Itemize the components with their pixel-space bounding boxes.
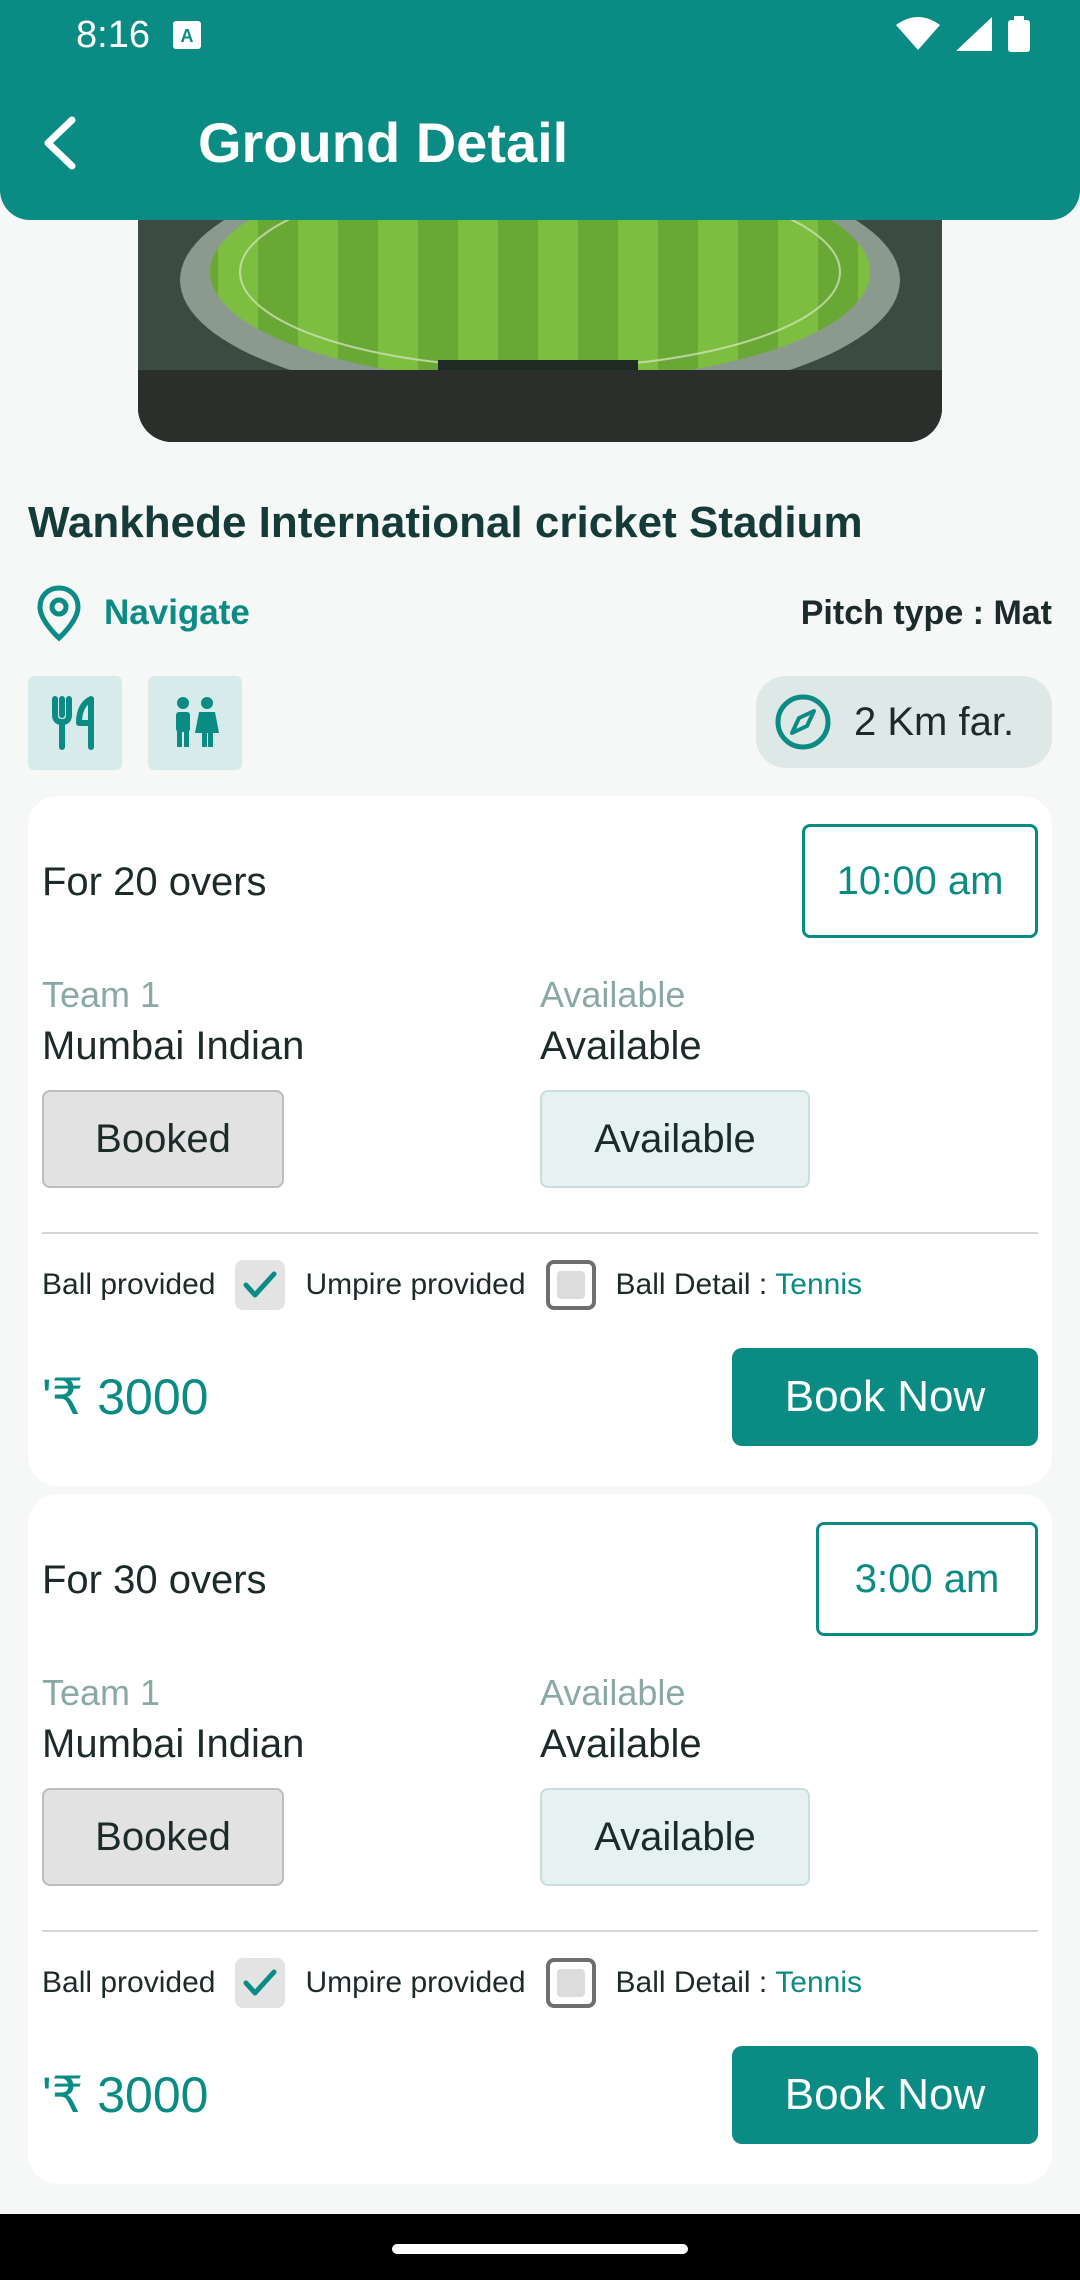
team2-value: Available (540, 1722, 702, 1766)
team2-label: Available (540, 974, 686, 1015)
ball-detail-value: Tennis (775, 1268, 862, 1301)
overs-label: For 20 overs (42, 860, 267, 904)
ball-provided-checkbox[interactable] (235, 1260, 286, 1310)
umpire-provided-checkbox[interactable] (545, 1958, 596, 2008)
pitch-type: Pitch type : Mat (800, 594, 1052, 632)
provisions-row: Ball provided Umpire provided Ball Detai… (42, 1258, 862, 1312)
distance-label: 2 Km far. (854, 699, 1015, 744)
divider (42, 1232, 1038, 1234)
system-navigation-bar (0, 2214, 1080, 2280)
overs-label: For 30 overs (42, 1558, 267, 1602)
ground-name: Wankhede International cricket Stadium (28, 498, 863, 547)
navigate-link[interactable]: Navigate (34, 584, 250, 642)
compass-icon (775, 694, 831, 750)
app-header: 8:16 A Ground Detail (0, 0, 1080, 220)
location-pin-icon (37, 585, 81, 642)
ball-detail-label: Ball Detail : (615, 1268, 768, 1301)
provisions-row: Ball provided Umpire provided Ball Detai… (42, 1956, 862, 2010)
back-arrow-icon[interactable] (34, 108, 88, 178)
keyboard-notification-icon: A (173, 21, 201, 49)
ball-detail-label: Ball Detail : (615, 1966, 768, 1999)
signal-icon (956, 17, 992, 51)
home-gesture-handle[interactable] (392, 2244, 688, 2254)
team2-label: Available (540, 1672, 686, 1713)
booked-button[interactable]: Booked (42, 1788, 284, 1886)
book-now-button[interactable]: Book Now (732, 2046, 1038, 2144)
wifi-icon (896, 17, 940, 50)
ball-provided-label: Ball provided (42, 1966, 216, 1999)
restroom-icon (176, 697, 219, 747)
booked-button[interactable]: Booked (42, 1090, 284, 1188)
price: '₹ 3000 (42, 1369, 209, 1425)
distance-badge: 2 Km far. (756, 676, 1052, 768)
price: '₹ 3000 (42, 2067, 209, 2123)
team1-label: Team 1 (42, 1672, 161, 1713)
umpire-provided-label: Umpire provided (305, 1966, 526, 1999)
time-button[interactable]: 3:00 am (816, 1522, 1038, 1636)
restroom-amenity (148, 676, 242, 770)
umpire-provided-checkbox[interactable] (545, 1260, 596, 1310)
slot-card: For 30 overs 3:00 am Team 1 Mumbai India… (28, 1494, 1052, 2184)
time-button[interactable]: 10:00 am (802, 824, 1038, 938)
slot-card: For 20 overs 10:00 am Team 1 Mumbai Indi… (28, 796, 1052, 1486)
book-now-button[interactable]: Book Now (732, 1348, 1038, 1446)
ball-provided-label: Ball provided (42, 1268, 216, 1301)
battery-icon (1008, 16, 1030, 52)
team1-value: Mumbai Indian (42, 1024, 305, 1068)
ball-detail-value: Tennis (775, 1966, 862, 1999)
status-icons (896, 16, 1030, 52)
umpire-provided-label: Umpire provided (305, 1268, 526, 1301)
team1-value: Mumbai Indian (42, 1722, 305, 1766)
restaurant-amenity (28, 676, 122, 770)
team1-label: Team 1 (42, 974, 161, 1015)
page-title: Ground Detail (198, 111, 569, 174)
available-button[interactable]: Available (540, 1090, 810, 1188)
checkmark-icon (243, 1271, 277, 1298)
svg-text:A: A (181, 26, 194, 46)
status-time: 8:16 (76, 14, 150, 56)
restaurant-icon (52, 696, 94, 750)
team2-value: Available (540, 1024, 702, 1068)
ball-provided-checkbox[interactable] (235, 1958, 286, 2008)
checkmark-icon (243, 1969, 277, 1996)
divider (42, 1930, 1038, 1932)
status-bar: 8:16 A (0, 0, 1080, 70)
available-button[interactable]: Available (540, 1788, 810, 1886)
navigate-label: Navigate (104, 593, 250, 632)
